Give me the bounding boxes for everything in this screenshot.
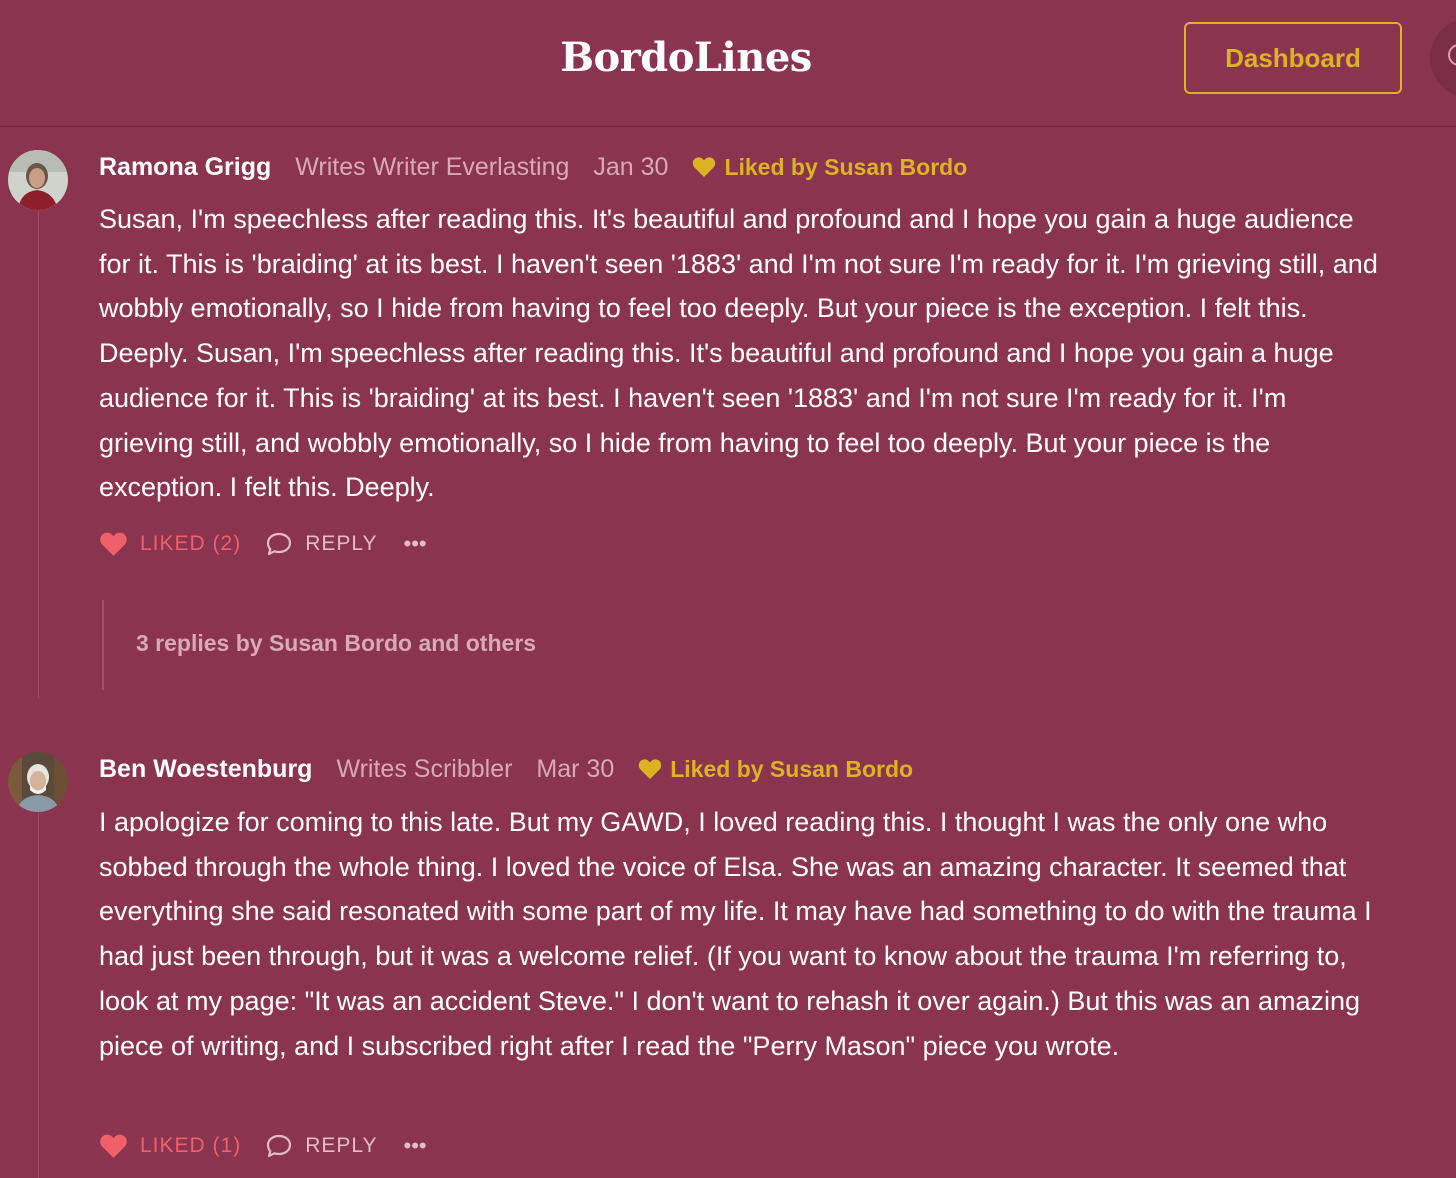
- reply-label: REPLY: [305, 532, 378, 555]
- more-dots-icon[interactable]: •••: [404, 531, 427, 557]
- dashboard-button[interactable]: Dashboard: [1184, 22, 1402, 94]
- liked-by-author: Liked by Susan Bordo: [692, 154, 967, 181]
- heart-icon: [100, 532, 127, 556]
- comment-bubble-icon: [267, 532, 292, 556]
- comment-body: I apologize for coming to this late. But…: [99, 807, 1372, 1061]
- author-name[interactable]: Ben Woestenburg: [99, 755, 312, 784]
- gold-heart-icon: [693, 157, 716, 177]
- liked-by-label: Liked by Susan Bordo: [724, 153, 968, 180]
- like-button[interactable]: LIKED (2): [99, 531, 241, 557]
- like-count-label: LIKED (2): [140, 532, 242, 555]
- avatar[interactable]: [8, 752, 68, 812]
- liked-by-label: Liked by Susan Bordo: [670, 755, 914, 782]
- reply-button[interactable]: REPLY: [265, 1133, 377, 1159]
- comment-actions: LIKED (1) REPLY •••: [99, 1128, 427, 1164]
- more-dots-icon[interactable]: •••: [404, 1133, 427, 1159]
- search-button[interactable]: [1430, 18, 1456, 98]
- comment-body: Susan, I'm speechless after reading this…: [99, 204, 1378, 503]
- show-replies-link[interactable]: 3 replies by Susan Bordo and others: [136, 630, 536, 657]
- comment-meta: Ben Woestenburg Writes Scribbler Mar 30 …: [99, 749, 913, 789]
- author-name[interactable]: Ramona Grigg: [99, 153, 271, 182]
- comment-meta: Ramona Grigg Writes Writer Everlasting J…: [99, 147, 967, 187]
- avatar[interactable]: [8, 150, 68, 210]
- comment-date[interactable]: Mar 30: [536, 755, 614, 784]
- gold-heart-icon: [639, 759, 662, 779]
- thread-line: [38, 210, 39, 698]
- site-header: BordoLines Dashboard: [0, 0, 1456, 127]
- author-publication[interactable]: Writes Scribbler: [336, 755, 512, 784]
- thread-line: [38, 812, 39, 1178]
- liked-by-author: Liked by Susan Bordo: [638, 756, 913, 783]
- site-title[interactable]: BordoLines: [0, 34, 1372, 81]
- replies-collapsed: 3 replies by Susan Bordo and others: [102, 600, 704, 690]
- like-button[interactable]: LIKED (1): [99, 1133, 241, 1159]
- like-count-label: LIKED (1): [140, 1134, 242, 1157]
- comment-bubble-icon: [267, 1134, 292, 1158]
- heart-icon: [100, 1134, 127, 1158]
- author-publication[interactable]: Writes Writer Everlasting: [295, 153, 569, 182]
- search-icon: [1448, 44, 1456, 66]
- reply-button[interactable]: REPLY: [265, 531, 377, 557]
- comment-date[interactable]: Jan 30: [593, 153, 668, 182]
- reply-label: REPLY: [305, 1134, 378, 1157]
- comment-actions: LIKED (2) REPLY •••: [99, 526, 427, 562]
